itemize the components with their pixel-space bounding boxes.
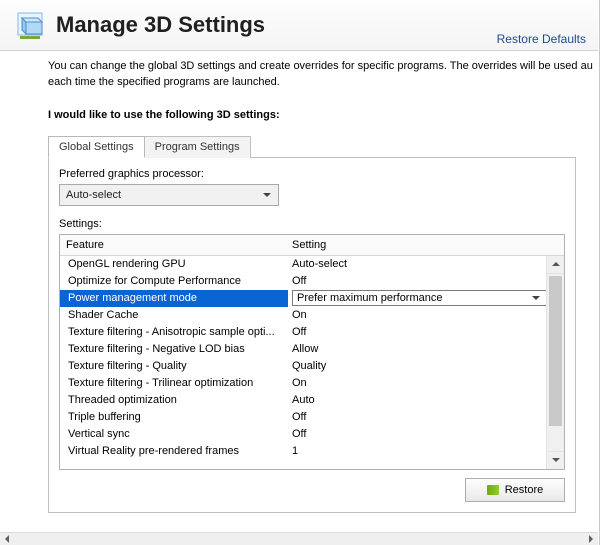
nvidia-logo-icon bbox=[487, 485, 499, 495]
feature-cell: Texture filtering - Anisotropic sample o… bbox=[60, 326, 288, 338]
setting-cell: Auto bbox=[288, 394, 547, 406]
hscroll-left-button[interactable] bbox=[0, 533, 14, 545]
hscroll-right-button[interactable] bbox=[584, 533, 598, 545]
scroll-down-button[interactable] bbox=[547, 451, 564, 469]
feature-cell: OpenGL rendering GPU bbox=[60, 258, 288, 270]
listview-body: OpenGL rendering GPU Auto-select Optimiz… bbox=[60, 256, 564, 469]
table-row[interactable]: Texture filtering - Quality Quality bbox=[60, 358, 547, 375]
setting-cell: On bbox=[288, 377, 547, 389]
setting-cell: Prefer maximum performance bbox=[288, 290, 547, 307]
table-row[interactable]: Threaded optimization Auto bbox=[60, 392, 547, 409]
nvidia-control-panel-window: Manage 3D Settings Restore Defaults You … bbox=[0, 0, 600, 545]
setting-cell: Quality bbox=[288, 360, 547, 372]
intro-text: You can change the global 3D settings an… bbox=[48, 59, 576, 91]
tab-global-settings[interactable]: Global Settings bbox=[48, 136, 145, 158]
feature-cell: Texture filtering - Negative LOD bias bbox=[60, 343, 288, 355]
tabs: Global Settings Program Settings bbox=[48, 135, 576, 157]
feature-cell: Optimize for Compute Performance bbox=[60, 275, 288, 287]
tabs-container: Global Settings Program Settings Preferr… bbox=[48, 135, 576, 513]
restore-defaults-link[interactable]: Restore Defaults bbox=[497, 32, 586, 46]
table-row[interactable]: Texture filtering - Trilinear optimizati… bbox=[60, 375, 547, 392]
tab-program-settings[interactable]: Program Settings bbox=[144, 136, 251, 158]
scroll-up-button[interactable] bbox=[547, 256, 564, 274]
listview-header: Feature Setting bbox=[60, 235, 564, 256]
page-title: Manage 3D Settings bbox=[56, 12, 265, 38]
listview-scrollbar[interactable] bbox=[546, 256, 564, 469]
preferred-processor-label: Preferred graphics processor: bbox=[59, 168, 565, 180]
column-setting[interactable]: Setting bbox=[288, 239, 547, 251]
feature-cell: Power management mode bbox=[60, 292, 288, 304]
column-feature[interactable]: Feature bbox=[60, 239, 288, 251]
table-row[interactable]: Shader Cache On bbox=[60, 307, 547, 324]
restore-row: Restore bbox=[59, 478, 565, 502]
page-body: You can change the global 3D settings an… bbox=[0, 51, 598, 513]
setting-cell: 1 bbox=[288, 445, 547, 457]
setting-dropdown[interactable]: Prefer maximum performance bbox=[292, 290, 547, 306]
table-row[interactable]: Texture filtering - Anisotropic sample o… bbox=[60, 324, 547, 341]
feature-cell: Threaded optimization bbox=[60, 394, 288, 406]
manage-3d-icon bbox=[14, 10, 46, 42]
feature-cell: Texture filtering - Quality bbox=[60, 360, 288, 372]
setting-cell: Off bbox=[288, 275, 547, 287]
feature-cell: Vertical sync bbox=[60, 428, 288, 440]
setting-cell: Off bbox=[288, 326, 547, 338]
intro-line-1: You can change the global 3D settings an… bbox=[48, 60, 593, 72]
page-header: Manage 3D Settings Restore Defaults bbox=[0, 0, 598, 51]
table-row[interactable]: Texture filtering - Negative LOD bias Al… bbox=[60, 341, 547, 358]
setting-cell: Auto-select bbox=[288, 258, 547, 270]
feature-cell: Virtual Reality pre-rendered frames bbox=[60, 445, 288, 457]
setting-cell: Off bbox=[288, 428, 547, 440]
intro-line-2: each time the specified programs are lau… bbox=[48, 76, 280, 88]
table-row[interactable]: Vertical sync Off bbox=[60, 426, 547, 443]
feature-cell: Triple buffering bbox=[60, 411, 288, 423]
setting-cell: On bbox=[288, 309, 547, 321]
setting-dropdown-value: Prefer maximum performance bbox=[297, 292, 443, 304]
table-row[interactable]: Triple buffering Off bbox=[60, 409, 547, 426]
settings-label: Settings: bbox=[59, 218, 565, 230]
scroll-thumb[interactable] bbox=[549, 276, 562, 426]
preferred-processor-value: Auto-select bbox=[66, 189, 121, 201]
setting-cell: Allow bbox=[288, 343, 547, 355]
table-row-selected[interactable]: Power management mode Prefer maximum per… bbox=[60, 290, 547, 307]
feature-cell: Shader Cache bbox=[60, 309, 288, 321]
feature-cell: Texture filtering - Trilinear optimizati… bbox=[60, 377, 288, 389]
preferred-processor-select[interactable]: Auto-select bbox=[59, 184, 279, 206]
setting-cell: Off bbox=[288, 411, 547, 423]
settings-subtitle: I would like to use the following 3D set… bbox=[48, 109, 576, 121]
table-row[interactable]: Virtual Reality pre-rendered frames 1 bbox=[60, 443, 547, 460]
window-content: Manage 3D Settings Restore Defaults You … bbox=[0, 0, 598, 533]
window-horizontal-scrollbar[interactable] bbox=[0, 532, 598, 545]
restore-button-label: Restore bbox=[505, 484, 544, 496]
settings-panel: Preferred graphics processor: Auto-selec… bbox=[48, 157, 576, 513]
settings-listview: Feature Setting OpenGL rendering GPU Aut… bbox=[59, 234, 565, 470]
restore-button[interactable]: Restore bbox=[465, 478, 565, 502]
table-row[interactable]: Optimize for Compute Performance Off bbox=[60, 273, 547, 290]
table-row[interactable]: OpenGL rendering GPU Auto-select bbox=[60, 256, 547, 273]
